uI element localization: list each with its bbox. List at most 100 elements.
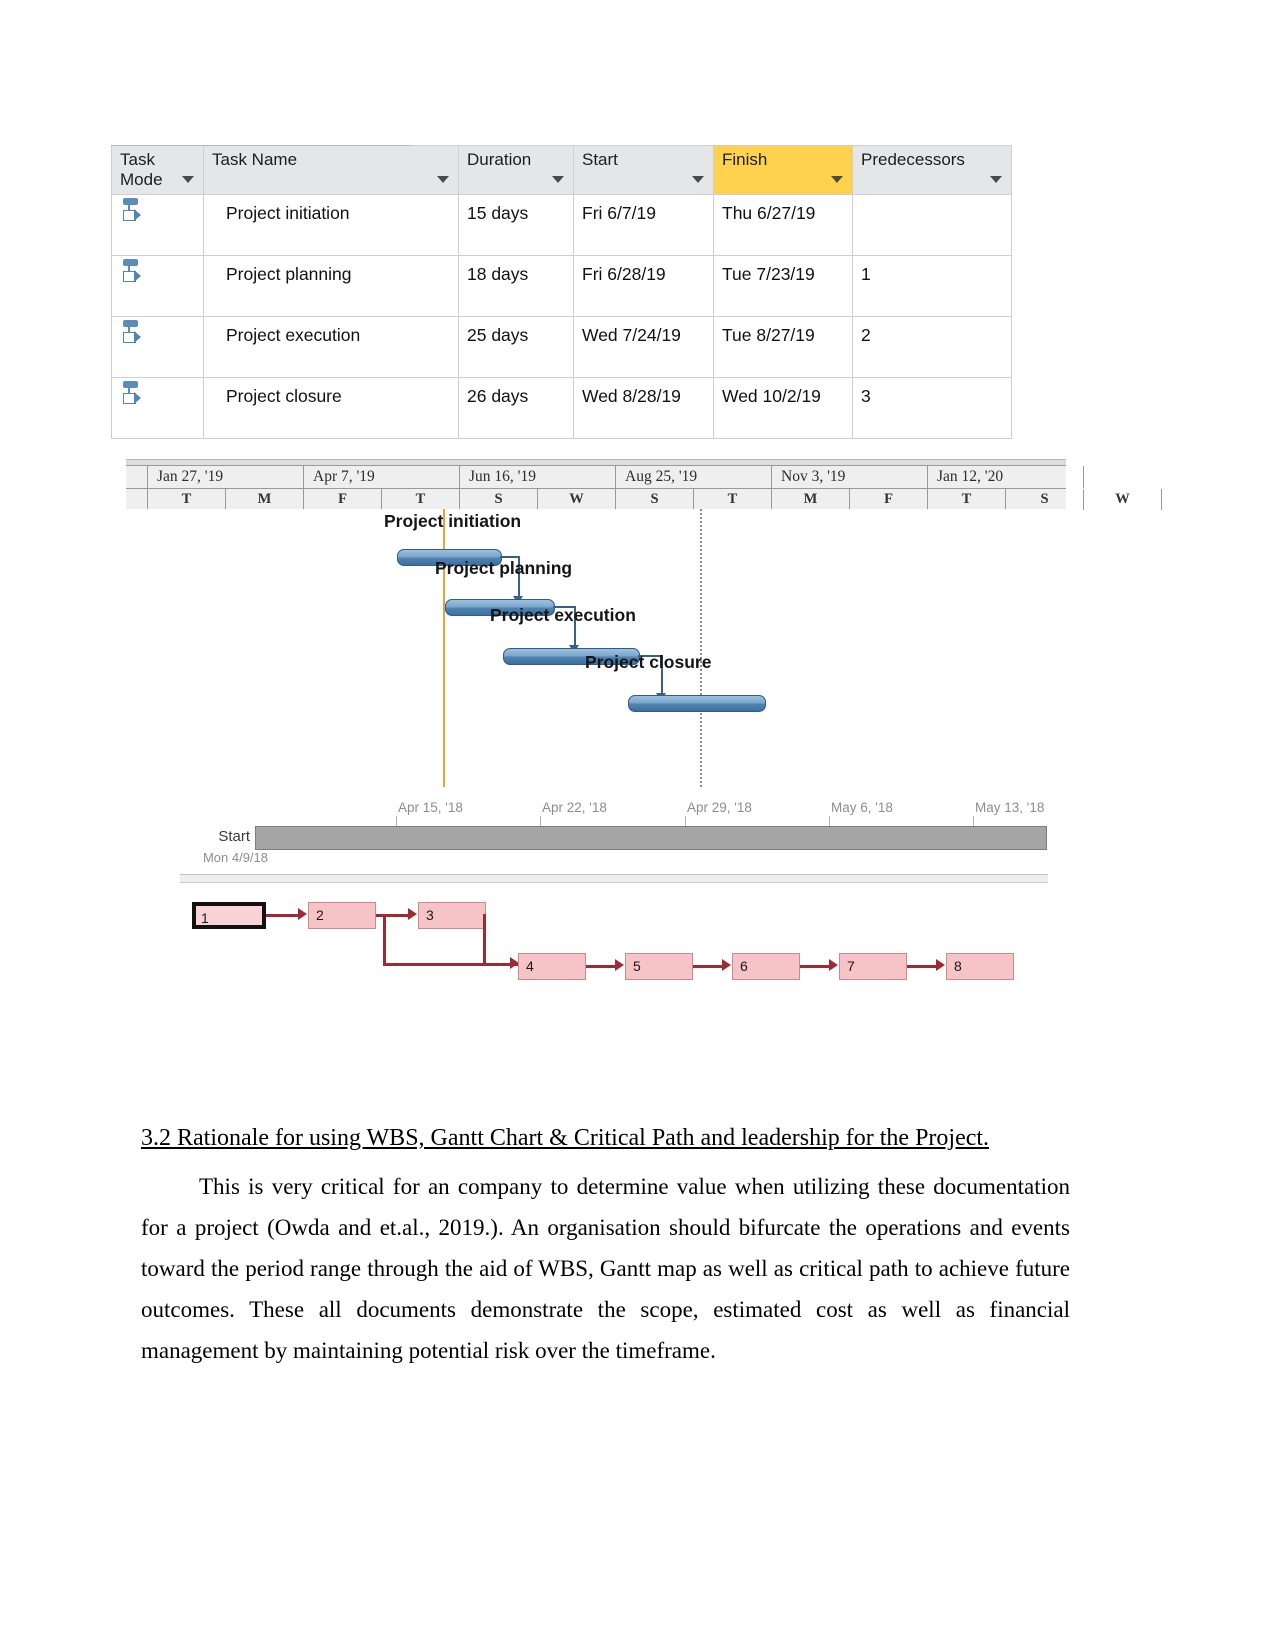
network-edge-arrow xyxy=(615,959,624,971)
auto-schedule-icon xyxy=(122,259,144,285)
minor-tick: T xyxy=(382,489,460,510)
network-node[interactable]: 6 xyxy=(732,953,800,980)
major-tick: Jun 16, '19 xyxy=(460,466,616,488)
cell-task-name[interactable]: Project initiation xyxy=(203,194,459,256)
filter-dropdown-icon[interactable] xyxy=(831,176,843,183)
timeline-tick-label: May 13, '18 xyxy=(975,800,1045,815)
timescale-spacer xyxy=(126,489,148,510)
cell-finish[interactable]: Wed 10/2/19 xyxy=(713,377,853,439)
minor-tick: M xyxy=(772,489,850,510)
filter-dropdown-icon[interactable] xyxy=(692,176,704,183)
column-header-label: Task Name xyxy=(212,150,298,169)
cell-task-name[interactable]: Project execution xyxy=(203,316,459,378)
auto-schedule-icon xyxy=(122,198,144,224)
column-header-predecessors[interactable]: Predecessors xyxy=(852,145,1012,195)
table-row[interactable]: Project initiation 15 days Fri 6/7/19 Th… xyxy=(111,194,1012,256)
timeline-tick-label: Apr 22, '18 xyxy=(542,800,607,815)
minor-tick: M xyxy=(226,489,304,510)
network-node[interactable]: 5 xyxy=(625,953,693,980)
section-heading: 3.2 Rationale for using WBS, Gantt Chart… xyxy=(141,1125,990,1151)
gantt-bar[interactable] xyxy=(628,695,766,712)
auto-schedule-icon xyxy=(122,381,144,407)
gantt-bar-label: Project initiation xyxy=(384,511,522,531)
network-node[interactable]: 2 xyxy=(308,902,376,929)
network-node[interactable]: 1 xyxy=(192,902,266,929)
network-diagram: 1 2 3 4 5 6 7 8 xyxy=(180,874,1060,999)
minor-tick: S xyxy=(1006,489,1084,510)
cell-duration[interactable]: 26 days xyxy=(458,377,574,439)
gantt-plot-area: Project initiation Project planning Proj… xyxy=(126,509,1066,789)
network-node[interactable]: 7 xyxy=(839,953,907,980)
minor-tick: F xyxy=(304,489,382,510)
timeline-tick-label: Apr 29, '18 xyxy=(687,800,752,815)
cell-start[interactable]: Fri 6/28/19 xyxy=(573,255,714,317)
filter-dropdown-icon[interactable] xyxy=(182,176,194,183)
gantt-minor-scale: T M F T S W S T M F T S W xyxy=(126,489,1162,511)
cell-duration[interactable]: 15 days xyxy=(458,194,574,256)
gantt-chart: Jan 27, '19 Apr 7, '19 Jun 16, '19 Aug 2… xyxy=(126,459,1162,789)
cell-predecessors[interactable]: 3 xyxy=(852,377,1012,439)
diagram-top-rule xyxy=(180,874,1048,883)
cell-task-name[interactable]: Project planning xyxy=(203,255,459,317)
column-header-label: Start xyxy=(582,150,618,169)
column-header-duration[interactable]: Duration xyxy=(458,145,574,195)
column-header-finish[interactable]: Finish xyxy=(713,145,853,195)
cell-task-mode[interactable] xyxy=(111,377,204,439)
column-header-task-name[interactable]: Task Name xyxy=(203,145,459,195)
table-row[interactable]: Project closure 26 days Wed 8/28/19 Wed … xyxy=(111,377,1012,439)
network-edge-arrow xyxy=(722,959,731,971)
cell-duration[interactable]: 25 days xyxy=(458,316,574,378)
column-header-task-mode[interactable]: Task Mode xyxy=(111,145,204,195)
section-paragraph: This is very critical for an company to … xyxy=(141,1174,1070,1363)
filter-dropdown-icon[interactable] xyxy=(437,176,449,183)
cell-task-mode[interactable] xyxy=(111,316,204,378)
major-tick: Apr 7, '19 xyxy=(304,466,460,488)
filter-dropdown-icon[interactable] xyxy=(990,176,1002,183)
network-edge-arrow xyxy=(829,959,838,971)
timeline-start-date: Mon 4/9/18 xyxy=(202,850,268,865)
cell-task-mode[interactable] xyxy=(111,255,204,317)
cell-duration[interactable]: 18 days xyxy=(458,255,574,317)
cell-start[interactable]: Wed 7/24/19 xyxy=(573,316,714,378)
gantt-major-scale: Jan 27, '19 Apr 7, '19 Jun 16, '19 Aug 2… xyxy=(126,465,1084,489)
gantt-bar-label: Project planning xyxy=(435,558,573,578)
cell-finish[interactable]: Tue 8/27/19 xyxy=(713,316,853,378)
filter-dropdown-icon[interactable] xyxy=(552,176,564,183)
table-row[interactable]: Project execution 25 days Wed 7/24/19 Tu… xyxy=(111,316,1012,378)
network-node[interactable]: 4 xyxy=(518,953,586,980)
network-node[interactable]: 3 xyxy=(418,902,486,929)
network-edge xyxy=(383,914,386,965)
cell-start[interactable]: Wed 8/28/19 xyxy=(573,377,714,439)
cell-predecessors[interactable] xyxy=(852,194,1012,256)
gantt-bar-label: Project closure xyxy=(585,652,712,672)
cell-predecessors[interactable]: 2 xyxy=(852,316,1012,378)
table-row[interactable]: Project planning 18 days Fri 6/28/19 Tue… xyxy=(111,255,1012,317)
cell-predecessors[interactable]: 1 xyxy=(852,255,1012,317)
cell-finish[interactable]: Thu 6/27/19 xyxy=(713,194,853,256)
timeline-tick-label: May 6, '18 xyxy=(831,800,893,815)
cell-finish[interactable]: Tue 7/23/19 xyxy=(713,255,853,317)
project-task-table: Task Mode Task Name Duration Start Finis… xyxy=(111,145,1012,439)
major-tick: Nov 3, '19 xyxy=(772,466,928,488)
minor-tick: W xyxy=(1084,489,1162,510)
network-edge xyxy=(266,914,302,917)
timescale-spacer xyxy=(126,466,148,488)
task-grid-body: Project initiation 15 days Fri 6/7/19 Th… xyxy=(111,194,1012,439)
table-header-row: Task Mode Task Name Duration Start Finis… xyxy=(111,145,1012,195)
network-edge-arrow xyxy=(936,959,945,971)
network-edge-arrow xyxy=(298,908,307,920)
major-tick: Aug 25, '19 xyxy=(616,466,772,488)
network-node[interactable]: 8 xyxy=(946,953,1014,980)
timeline-span-bar[interactable] xyxy=(255,826,1047,850)
column-header-start[interactable]: Start xyxy=(573,145,714,195)
network-edge xyxy=(483,914,486,965)
major-tick: Jan 12, '20 xyxy=(928,466,1084,488)
cell-task-mode[interactable] xyxy=(111,194,204,256)
minor-tick: T xyxy=(148,489,226,510)
auto-schedule-icon xyxy=(122,320,144,346)
cell-task-name[interactable]: Project closure xyxy=(203,377,459,439)
cell-start[interactable]: Fri 6/7/19 xyxy=(573,194,714,256)
column-header-label: Duration xyxy=(467,150,532,169)
minor-tick: F xyxy=(850,489,928,510)
minor-tick: S xyxy=(460,489,538,510)
